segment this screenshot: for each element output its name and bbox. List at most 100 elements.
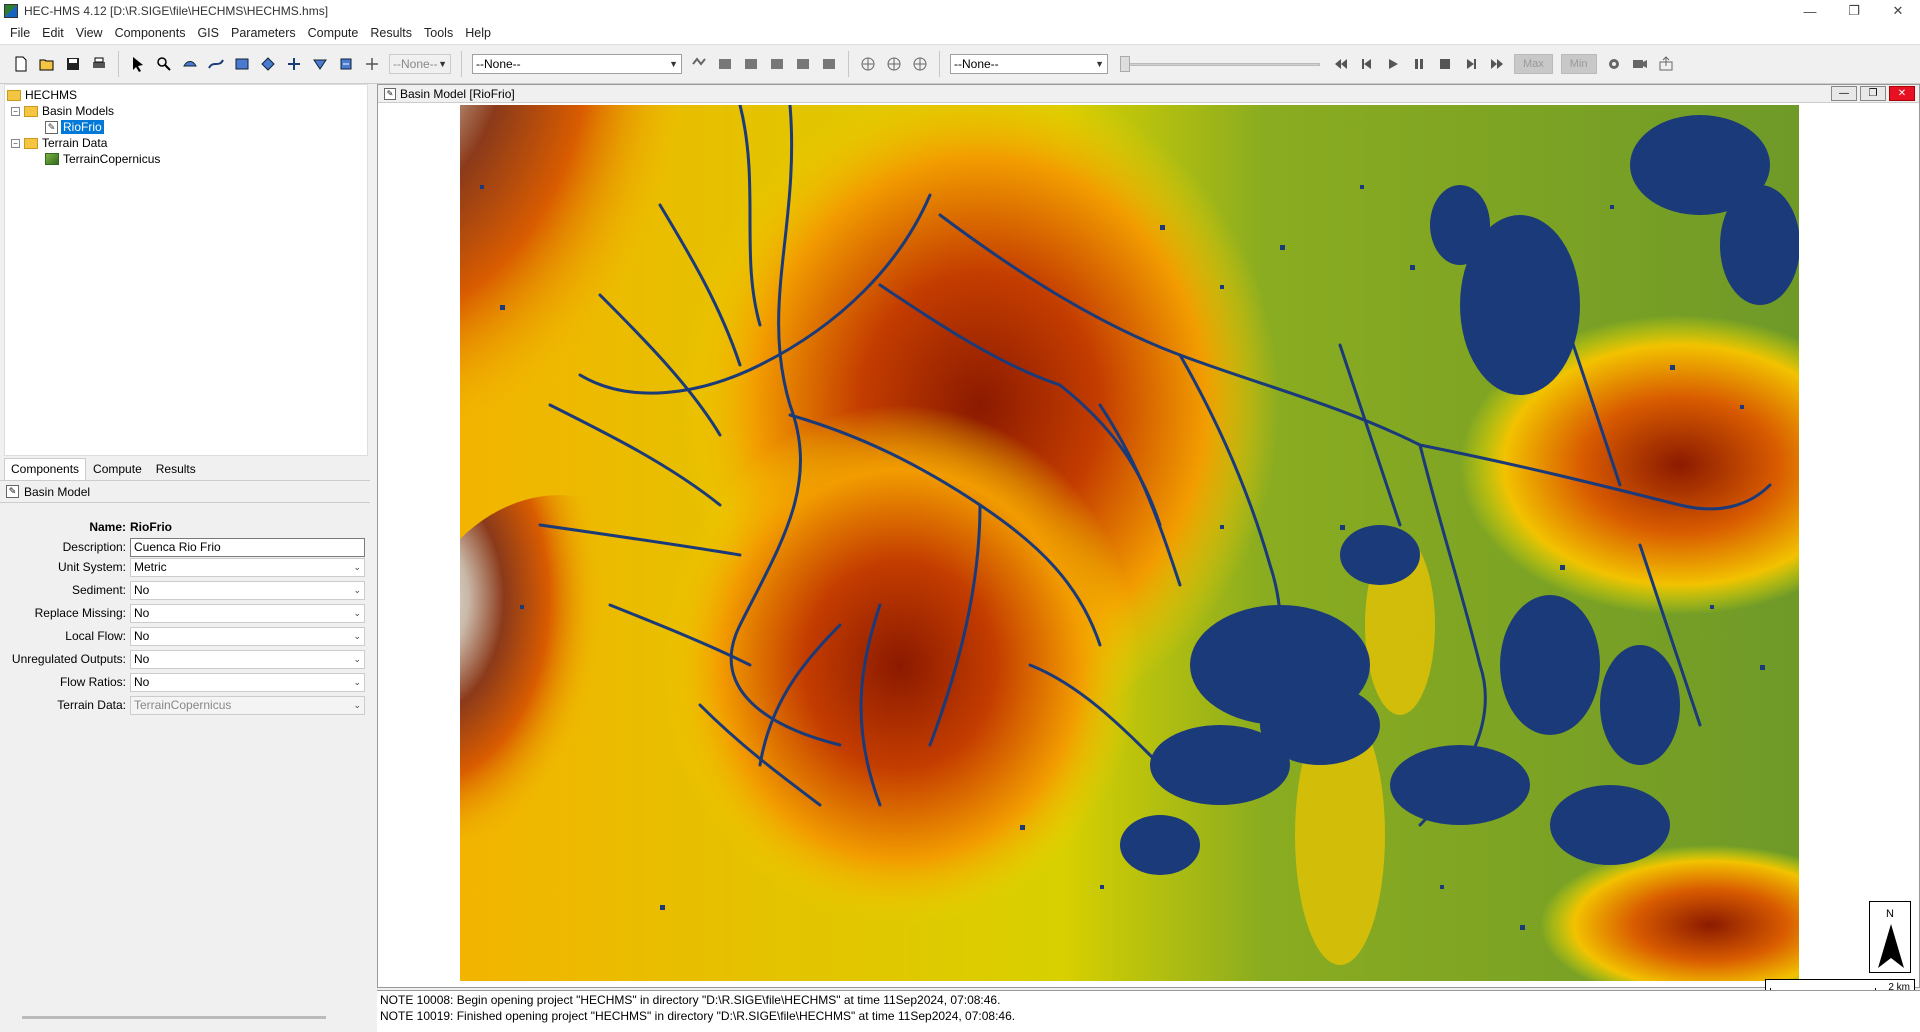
map-canvas[interactable]: N 2 km [384,105,1915,997]
sediment-select[interactable]: No ⌄ [130,580,365,600]
basin-model-window: ✎ Basin Model [RioFrio] — ❐ ✕ N 2 km [377,84,1920,997]
grid-icon[interactable] [909,53,931,75]
timeseries-icon[interactable] [818,53,840,75]
chevron-down-icon: ⌄ [353,561,361,572]
grid-icon[interactable] [883,53,905,75]
replace-missing-select[interactable]: No ⌄ [130,603,365,623]
pause-icon[interactable] [1408,53,1430,75]
minimize-button[interactable]: — [1831,86,1857,101]
tree-basin-models[interactable]: − Basin Models [5,103,367,119]
menu-tools[interactable]: Tools [418,26,459,40]
step-back-icon[interactable] [1356,53,1378,75]
global-summary-icon[interactable] [714,53,736,75]
tree-terrain-data[interactable]: − Terrain Data [5,135,367,151]
restore-button[interactable]: ❐ [1832,0,1876,22]
fast-forward-icon[interactable] [1486,53,1508,75]
terrain-data-row: Terrain Data: TerrainCopernicus ⌄ [0,695,370,715]
horizontal-scrollbar[interactable] [22,1016,326,1019]
element-summary-icon[interactable] [740,53,762,75]
close-button[interactable]: ✕ [1889,86,1915,101]
collapse-icon[interactable]: − [11,138,20,148]
tree-basin-riofrio[interactable]: ✎ RioFrio [5,119,367,135]
diversion-tool-icon[interactable] [283,53,305,75]
folder-icon [24,105,38,117]
tab-results[interactable]: Results [149,458,203,480]
zoom-icon[interactable] [153,53,175,75]
watershed-explorer: HECHMS − Basin Models ✎ RioFrio − Terrai… [4,84,368,456]
basin-model-icon: ✎ [384,87,396,100]
left-panel: HECHMS − Basin Models ✎ RioFrio − Terrai… [0,84,370,1032]
log-line: NOTE 10008: Begin opening project "HECHM… [380,993,1001,1007]
new-file-icon[interactable] [10,53,32,75]
chevron-down-icon: ▼ [669,59,678,69]
description-field[interactable]: Cuenca Rio Frio [130,537,365,557]
minimize-button[interactable]: — [1788,0,1832,22]
window-title: HEC-HMS 4.12 [D:\R.SIGE\file\HECHMS\HECH… [24,4,329,18]
rewind-icon[interactable] [1330,53,1352,75]
chevron-down-icon: ▼ [1095,59,1104,69]
reach-tool-icon[interactable] [205,53,227,75]
map-layer-select[interactable]: --None-- ▼ [950,54,1108,74]
folder-icon [7,89,21,101]
flow-ratios-select[interactable]: No ⌄ [130,672,365,692]
play-icon[interactable] [1382,53,1404,75]
camera-icon[interactable] [1629,53,1651,75]
arrow-select-icon[interactable] [127,53,149,75]
basin-model-icon: ✎ [45,120,58,134]
name-value: RioFrio [130,520,172,534]
unregulated-outputs-select[interactable]: No ⌄ [130,649,365,669]
source-tool-icon[interactable] [309,53,331,75]
menu-gis[interactable]: GIS [191,26,225,40]
local-flow-select[interactable]: No ⌄ [130,626,365,646]
menu-results[interactable]: Results [364,26,418,40]
chevron-down-icon: ⌄ [353,584,361,595]
stop-icon[interactable] [1434,53,1456,75]
tree-terrain-copernicus[interactable]: TerrainCopernicus [5,151,367,167]
menu-compute[interactable]: Compute [302,26,365,40]
terrain-map[interactable] [460,105,1799,981]
save-icon[interactable] [62,53,84,75]
sediment-row: Sediment: No ⌄ [0,580,370,600]
menu-file[interactable]: File [4,26,36,40]
menu-components[interactable]: Components [109,26,192,40]
app-icon [4,4,18,18]
step-forward-icon[interactable] [1460,53,1482,75]
print-icon[interactable] [88,53,110,75]
menu-help[interactable]: Help [459,26,497,40]
table-icon[interactable] [792,53,814,75]
subbasin-tool-icon[interactable] [179,53,201,75]
chevron-down-icon: ⌄ [353,653,361,664]
sink-tool-icon[interactable] [335,53,357,75]
north-arrow-icon [1878,924,1904,968]
tab-components[interactable]: Components [4,458,87,480]
tab-compute[interactable]: Compute [86,458,149,480]
close-button[interactable]: ✕ [1876,0,1920,22]
min-button[interactable]: Min [1560,54,1597,74]
max-button[interactable]: Max [1514,54,1553,74]
editor-tab[interactable]: ✎ Basin Model [0,481,370,503]
local-flow-row: Local Flow: No ⌄ [0,626,370,646]
slider-thumb[interactable] [1120,56,1130,72]
terrain-data-select[interactable]: TerrainCopernicus ⌄ [130,695,365,715]
terrain-icon [45,153,59,165]
export-icon[interactable] [1655,53,1677,75]
collapse-icon[interactable]: − [11,106,20,116]
reservoir-tool-icon[interactable] [231,53,253,75]
grid-icon[interactable] [857,53,879,75]
menu-parameters[interactable]: Parameters [225,26,302,40]
run-select[interactable]: --None-- ▼ [472,54,682,74]
tree-root[interactable]: HECHMS [5,87,367,103]
menu-edit[interactable]: Edit [36,26,70,40]
element-select[interactable]: --None-- ▼ [389,54,451,74]
compute-icon[interactable] [688,53,710,75]
restore-button[interactable]: ❐ [1860,86,1886,101]
gear-icon[interactable] [1603,53,1625,75]
add-icon[interactable] [361,53,383,75]
time-slider[interactable] [1120,54,1320,74]
toolbar-separator [939,51,940,77]
junction-tool-icon[interactable] [257,53,279,75]
menu-view[interactable]: View [70,26,109,40]
unit-system-select[interactable]: Metric ⌄ [130,557,365,577]
graph-icon[interactable] [766,53,788,75]
open-folder-icon[interactable] [36,53,58,75]
